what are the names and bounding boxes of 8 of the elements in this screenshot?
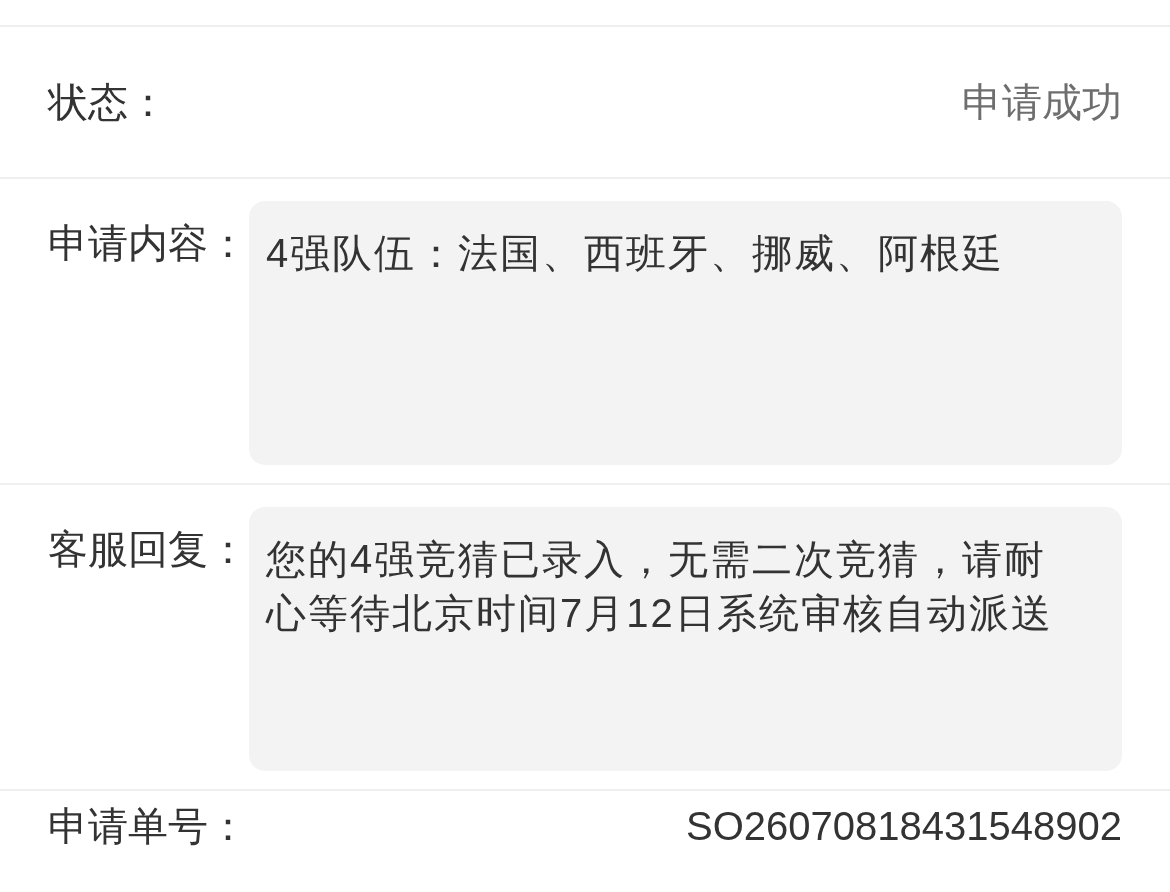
field-label: 状态：	[48, 79, 168, 126]
field-label: 申请单号：	[48, 804, 248, 848]
status-value: 申请成功	[962, 79, 1122, 126]
field-label: 申请内容：	[48, 221, 248, 265]
readonly-text-box: 您的4强竞猜已录入，无需二次竞猜，请耐心等待北京时间7月12日系统审核自动派送	[249, 507, 1122, 771]
readonly-text-box: 4强队伍：法国、西班牙、挪威、阿根廷	[249, 201, 1122, 465]
field-label: 客服回复：	[48, 527, 248, 571]
order-number: SO26070818431548902	[686, 804, 1122, 848]
